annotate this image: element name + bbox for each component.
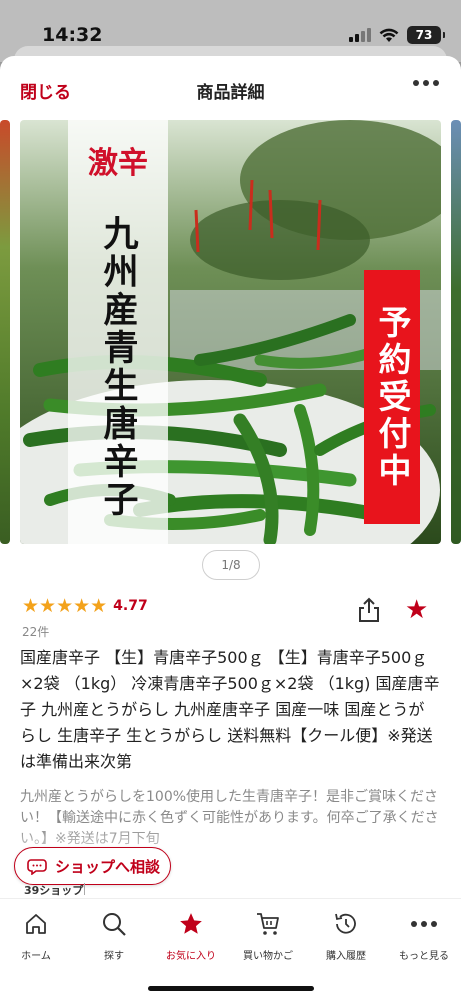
previous-image-peek[interactable]	[0, 120, 10, 544]
share-icon[interactable]	[358, 597, 380, 623]
product-image[interactable]: 激辛 九州産青生唐辛子 予約受付中	[20, 120, 441, 544]
label-panel-left: 激辛 九州産青生唐辛子	[68, 120, 168, 544]
image-carousel[interactable]: 激辛 九州産青生唐辛子 予約受付中	[0, 120, 461, 544]
bottom-nav: ホーム 探す お気に入り 買い物かご 購入履歴 もっと見る	[0, 898, 461, 1000]
header: 閉じる 商品詳細	[0, 56, 461, 122]
image-pager: 1/8	[202, 550, 260, 580]
nav-label-more: もっと見る	[399, 951, 449, 962]
consult-label: ショップへ相談	[55, 857, 161, 876]
nav-item-more[interactable]: もっと見る	[386, 909, 461, 962]
divider	[84, 883, 85, 895]
next-image-peek[interactable]	[451, 120, 461, 544]
product-detail-sheet: 閉じる 商品詳細 激辛 九州産青生唐辛子 予約受付中 1/8 ★★★★★ 4.7…	[0, 56, 461, 1000]
rating-value: 4.77	[113, 598, 148, 614]
nav-item-favorites[interactable]: お気に入り	[153, 909, 229, 962]
nav-label-search: 探す	[104, 951, 124, 962]
status-icons: 73	[349, 26, 445, 44]
nav-item-cart[interactable]: 買い物かご	[230, 909, 306, 962]
search-icon	[99, 909, 129, 939]
nav-label-home: ホーム	[21, 951, 51, 962]
review-count[interactable]: 22件	[22, 623, 49, 640]
chat-icon	[27, 859, 47, 875]
product-title: 国産唐辛子 【生】青唐辛子500ｇ 【生】青唐辛子500ｇ×2袋 （1kg） 冷…	[20, 648, 440, 771]
label-product-name-vertical: 九州産青生唐辛子	[97, 215, 139, 519]
nav-item-home[interactable]: ホーム	[0, 909, 74, 962]
favorite-star-icon[interactable]: ★	[405, 597, 428, 623]
shop-badge: 39ショップ	[24, 884, 84, 897]
cart-icon	[253, 909, 283, 939]
history-icon	[331, 909, 361, 939]
home-icon	[21, 909, 51, 939]
more-horizontal-icon	[409, 909, 439, 939]
nav-label-favorites: お気に入り	[166, 951, 216, 962]
more-horizontal-icon[interactable]	[413, 80, 439, 86]
nav-item-history[interactable]: 購入履歴	[308, 909, 384, 962]
nav-label-cart: 買い物かご	[243, 951, 293, 962]
star-icon	[176, 909, 206, 939]
nav-item-search[interactable]: 探す	[76, 909, 152, 962]
status-time: 14:32	[42, 24, 103, 46]
label-preorder: 予約受付中	[364, 270, 420, 524]
label-extra-hot: 激辛	[88, 146, 148, 181]
signal-icon	[349, 28, 371, 42]
home-indicator	[148, 986, 314, 991]
consult-shop-button[interactable]: ショップへ相談	[14, 847, 171, 885]
wifi-icon	[379, 28, 399, 42]
nav-label-history: 購入履歴	[326, 951, 366, 962]
rating-row[interactable]: ★★★★★ 4.77	[22, 595, 148, 617]
page-title: 商品詳細	[196, 83, 265, 103]
battery-indicator: 73	[407, 26, 445, 44]
star-rating-icon: ★★★★★	[22, 595, 108, 617]
